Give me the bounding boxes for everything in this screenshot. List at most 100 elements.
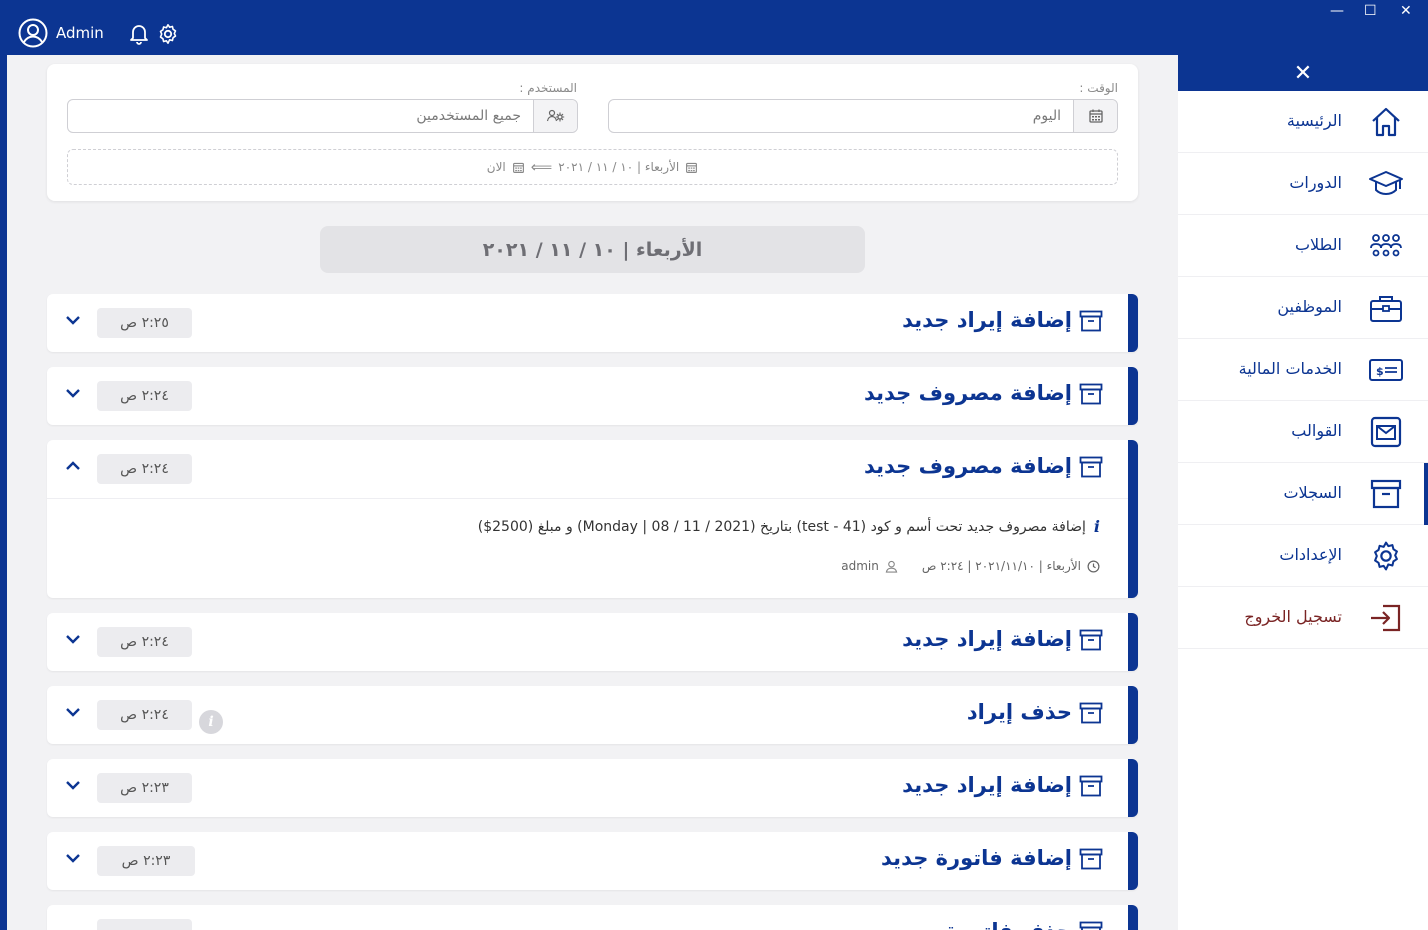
sidebar-item-logs[interactable]: السجلات [1178, 463, 1428, 525]
sidebar-item-label: الموظفين [1277, 297, 1342, 316]
filter-card: الوقت : اليوم المستخدم : جميع المستخدمين… [47, 64, 1138, 201]
mail-icon [1370, 416, 1402, 448]
log-entry[interactable]: حذف فاتورة [47, 905, 1138, 930]
user-name: Admin [56, 24, 104, 42]
logout-icon [1371, 604, 1401, 632]
archive-icon [1079, 921, 1103, 930]
archive-icon [1079, 702, 1103, 724]
maximize-button[interactable]: ☐ [1364, 4, 1377, 18]
log-entry[interactable]: حذف إيراد i ٢:٢٤ ص [47, 686, 1138, 744]
log-time: ٢:٢٤ ص [97, 381, 192, 411]
log-title: حذف فاتورة [946, 919, 1072, 930]
log-entry[interactable]: إضافة إيراد جديد ٢:٢٤ ص [47, 613, 1138, 671]
sidebar-header: ✕ [1178, 55, 1428, 91]
sidebar-close-button[interactable]: ✕ [1294, 61, 1312, 86]
graduation-cap-icon [1369, 171, 1403, 196]
sidebar-item-settings[interactable]: الإعدادات [1178, 525, 1428, 587]
archive-icon [1079, 629, 1103, 651]
gear-icon [1374, 541, 1398, 571]
log-entry-expanded[interactable]: إضافة مصروف جديد ٢:٢٤ ص i إضافة مصروف جد… [47, 440, 1138, 598]
sidebar-item-label: تسجيل الخروج [1244, 607, 1342, 626]
log-time: ٢:٢٣ ص [97, 846, 195, 876]
log-title: إضافة إيراد جديد [902, 627, 1072, 651]
chevron-down-icon[interactable] [65, 387, 81, 399]
svg-text:$: $ [1376, 365, 1384, 378]
user-menu[interactable]: Admin [18, 18, 104, 48]
chevron-down-icon[interactable] [65, 779, 81, 791]
range-arrow: ⟸ [530, 158, 553, 176]
user-filter-value: جميع المستخدمين [416, 108, 521, 124]
sidebar-item-label: السجلات [1283, 483, 1342, 502]
user-avatar-icon [18, 18, 48, 48]
sidebar: ✕ الرئيسية الدورات الطلاب الموظفين الخدم… [1178, 55, 1428, 930]
chevron-down-icon[interactable] [65, 706, 81, 718]
log-title: إضافة إيراد جديد [902, 773, 1072, 797]
sidebar-item-label: الخدمات المالية [1238, 359, 1342, 378]
time-filter-value: اليوم [1032, 108, 1061, 124]
log-meta-user: admin [841, 559, 879, 573]
sidebar-item-financial-services[interactable]: الخدمات المالية $ [1178, 339, 1428, 401]
money-icon: $ [1369, 359, 1403, 381]
sidebar-item-label: الرئيسية [1286, 111, 1342, 130]
log-title: إضافة مصروف جديد [864, 381, 1072, 405]
clock-icon [1087, 560, 1100, 572]
log-time [97, 919, 192, 930]
sidebar-item-label: الدورات [1289, 173, 1342, 192]
log-entry[interactable]: إضافة إيراد جديد ٢:٢٣ ص [47, 759, 1138, 817]
chevron-up-icon[interactable] [65, 460, 81, 472]
log-title: حذف إيراد [966, 700, 1072, 724]
archive-icon [1079, 775, 1103, 797]
log-title: إضافة إيراد جديد [902, 308, 1072, 332]
calendar-icon [1088, 109, 1103, 123]
users-gear-icon [546, 109, 564, 122]
info-icon: i [1093, 517, 1100, 536]
log-title: إضافة مصروف جديد [864, 454, 1072, 478]
sidebar-item-students[interactable]: الطلاب [1178, 215, 1428, 277]
archive-icon [1079, 456, 1103, 478]
calendar-icon [512, 162, 524, 173]
top-bar: Admin — ☐ ✕ [0, 0, 1428, 55]
log-entry[interactable]: إضافة فاتورة جديد ٢:٢٣ ص [47, 832, 1138, 890]
log-entry[interactable]: إضافة مصروف جديد ٢:٢٤ ص [47, 367, 1138, 425]
calendar-icon [686, 162, 698, 173]
students-icon [1370, 234, 1402, 257]
log-time: ٢:٢٤ ص [97, 454, 192, 484]
minimize-button[interactable]: — [1330, 4, 1344, 18]
sidebar-item-label: الطلاب [1294, 235, 1342, 254]
sidebar-item-employees[interactable]: الموظفين [1178, 277, 1428, 339]
archive-icon [1079, 383, 1103, 405]
sidebar-item-label: الإعدادات [1279, 545, 1342, 564]
close-window-button[interactable]: ✕ [1400, 4, 1412, 18]
main-content: الوقت : اليوم المستخدم : جميع المستخدمين… [7, 55, 1178, 930]
log-details: i إضافة مصروف جديد تحت أسم و كود (test -… [47, 498, 1128, 598]
sidebar-item-courses[interactable]: الدورات [1178, 153, 1428, 215]
bell-icon[interactable] [129, 23, 149, 45]
home-icon [1372, 107, 1400, 137]
archive-icon [1370, 479, 1402, 509]
calendar-button[interactable] [1073, 100, 1117, 132]
user-icon [885, 560, 898, 573]
chevron-down-icon[interactable] [65, 314, 81, 326]
gear-icon[interactable] [157, 23, 179, 45]
log-meta-date: الأربعاء | ٢٠٢١/١١/١٠ | ٢:٢٤ ص [921, 559, 1081, 573]
range-to: الان [486, 160, 506, 174]
log-time: ٢:٢٤ ص [97, 700, 192, 730]
log-entry[interactable]: إضافة إيراد جديد ٢:٢٥ ص [47, 294, 1138, 352]
info-badge-icon[interactable]: i [199, 710, 223, 734]
sidebar-item-logout[interactable]: تسجيل الخروج [1178, 587, 1428, 649]
log-time: ٢:٢٣ ص [97, 773, 192, 803]
sidebar-item-home[interactable]: الرئيسية [1178, 91, 1428, 153]
chevron-down-icon[interactable] [65, 852, 81, 864]
chevron-down-icon[interactable] [65, 633, 81, 645]
range-from: الأربعاء | ١٠ / ١١ / ٢٠٢١ [558, 160, 680, 174]
sidebar-item-templates[interactable]: القوالب [1178, 401, 1428, 463]
log-time: ٢:٢٥ ص [97, 308, 192, 338]
briefcase-icon [1370, 296, 1402, 322]
time-filter-input[interactable]: اليوم [608, 99, 1118, 133]
archive-icon [1079, 848, 1103, 870]
user-filter-label: المستخدم : [519, 81, 577, 95]
users-button[interactable] [533, 100, 577, 132]
sidebar-item-label: القوالب [1291, 421, 1342, 440]
archive-icon [1079, 310, 1103, 332]
user-filter-input[interactable]: جميع المستخدمين [67, 99, 578, 133]
